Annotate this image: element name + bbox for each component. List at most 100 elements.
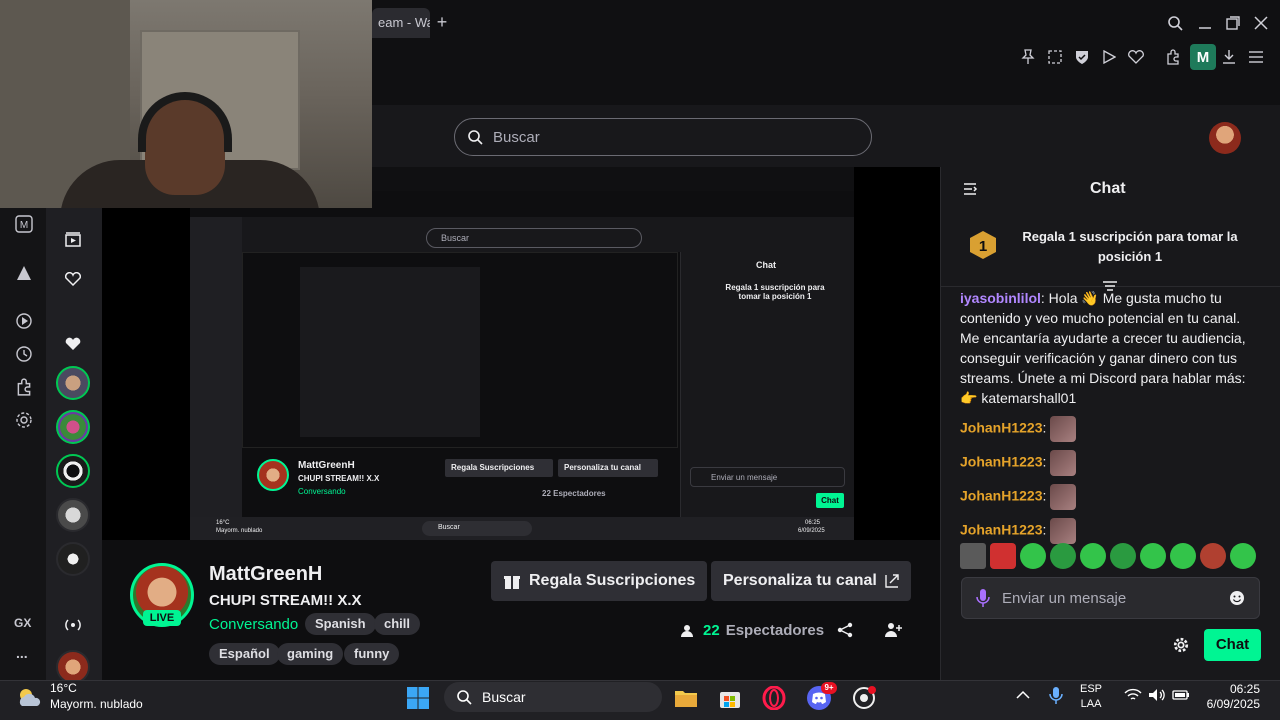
menu-icon[interactable] (1245, 46, 1267, 68)
keyboard-layout: LAA (1080, 698, 1102, 710)
emote-icon[interactable] (960, 543, 986, 569)
emoji-picker-icon[interactable] (1229, 590, 1245, 606)
manage-users-icon[interactable] (885, 622, 903, 638)
emote-icon[interactable] (1170, 543, 1196, 569)
search-icon (467, 129, 483, 145)
heart-filled-icon[interactable] (61, 332, 85, 356)
maximize-icon[interactable] (1222, 12, 1244, 34)
emote-icon[interactable] (1110, 543, 1136, 569)
emote-icon[interactable] (1050, 416, 1077, 442)
channel-avatar[interactable] (56, 498, 90, 532)
stream-video-content: Buscar Chat Regala 1 suscripción para to… (190, 167, 854, 540)
chrome-app-icon[interactable] (850, 684, 878, 712)
leaderboard-badge-icon: 1 (968, 230, 998, 260)
new-tab-button[interactable]: + (432, 12, 452, 32)
emote-icon[interactable] (990, 543, 1016, 569)
chat-input[interactable]: Enviar un mensaje (961, 577, 1260, 619)
heart-icon[interactable] (61, 267, 85, 291)
svg-text:1: 1 (979, 238, 987, 255)
chat-title: Chat (1090, 180, 1126, 197)
snapshot-icon[interactable] (1044, 46, 1066, 68)
gx-label[interactable]: GX (14, 616, 31, 630)
nested-weather-desc: Mayorm. nublado (216, 528, 263, 534)
heart-icon[interactable] (1125, 46, 1147, 68)
chat-send-button[interactable]: Chat (1204, 629, 1261, 661)
channel-avatar[interactable] (56, 650, 90, 684)
chat-username[interactable]: JohanH1223 (960, 522, 1042, 538)
channel-avatar[interactable] (56, 410, 90, 444)
tag-funny[interactable]: funny (344, 643, 400, 665)
emote-icon[interactable] (1140, 543, 1166, 569)
chevron-up-icon[interactable] (1016, 690, 1030, 700)
more-icon[interactable]: ... (16, 645, 28, 661)
opera-gx-icon[interactable] (760, 684, 788, 712)
player-icon[interactable] (12, 309, 36, 333)
play-icon[interactable] (1098, 46, 1120, 68)
emote-icon[interactable] (1050, 543, 1076, 569)
chat-message: JohanH1223: (960, 416, 1260, 442)
channel-avatar[interactable] (56, 366, 90, 400)
chat-message: JohanH1223: (960, 484, 1260, 510)
close-icon[interactable] (1250, 12, 1272, 34)
tag-espanol[interactable]: Español (209, 643, 280, 665)
download-icon[interactable] (1218, 46, 1240, 68)
chat-username[interactable]: JohanH1223 (960, 488, 1042, 504)
chat-username[interactable]: JohanH1223 (960, 420, 1042, 436)
nested-clock-time: 06:25 (805, 520, 821, 526)
battery-icon[interactable] (1172, 688, 1190, 702)
messenger-icon[interactable]: M (12, 212, 36, 236)
channel-avatar[interactable] (56, 454, 90, 488)
microphone-icon[interactable] (1049, 686, 1063, 706)
pin-icon[interactable] (1017, 46, 1039, 68)
microsoft-store-icon[interactable] (716, 684, 744, 712)
emote-icon[interactable] (1050, 450, 1077, 476)
browser-tab[interactable]: eam - Wat (372, 8, 430, 38)
tag-gaming[interactable]: gaming (277, 643, 344, 665)
taskbar-search-input[interactable]: Buscar (444, 682, 662, 712)
emote-icon[interactable] (1200, 543, 1226, 569)
tag-spanish[interactable]: Spanish (305, 613, 376, 635)
history-icon[interactable] (12, 342, 36, 366)
user-avatar[interactable] (1209, 122, 1241, 154)
tag-chill[interactable]: chill (374, 613, 421, 635)
chat-settings-icon[interactable] (1173, 637, 1189, 653)
microphone-icon[interactable] (976, 588, 990, 608)
emote-icon[interactable] (1050, 484, 1077, 510)
system-clock[interactable]: 06:25 6/09/2025 (1200, 682, 1260, 712)
extensions-icon[interactable] (1162, 46, 1184, 68)
search-input[interactable]: Buscar (454, 118, 872, 156)
collapse-chat-icon[interactable] (963, 181, 979, 197)
extensions-icon[interactable] (12, 375, 36, 399)
file-explorer-icon[interactable] (672, 684, 700, 712)
gift-subscriptions-button[interactable]: Regala Suscripciones (491, 561, 708, 601)
input-language[interactable]: ESP LAA (1080, 682, 1102, 712)
chat-username[interactable]: JohanH1223 (960, 454, 1042, 470)
settings-icon[interactable] (12, 408, 36, 432)
wifi-icon[interactable] (1124, 688, 1142, 702)
viewers-number: 22 (703, 622, 720, 639)
profile-m-icon[interactable]: M (1190, 44, 1216, 70)
windows-start-icon[interactable] (404, 684, 432, 712)
chat-username[interactable]: iyasobinlilol (960, 290, 1041, 306)
share-icon[interactable] (837, 622, 853, 638)
emote-icon[interactable] (1230, 543, 1256, 569)
emote-icon[interactable] (1080, 543, 1106, 569)
svg-text:M: M (20, 220, 28, 231)
emote-icon[interactable] (1020, 543, 1046, 569)
following-icon[interactable] (61, 228, 85, 252)
minimize-icon[interactable] (1194, 12, 1216, 34)
nested-search: Buscar (426, 228, 642, 248)
search-icon[interactable] (1164, 12, 1186, 34)
streamer-name[interactable]: MattGreenH (209, 563, 322, 586)
channel-avatar[interactable] (56, 542, 90, 576)
live-broadcast-icon[interactable] (61, 613, 85, 637)
weather-cloud-icon[interactable] (16, 686, 44, 710)
clock-time: 06:25 (1229, 682, 1260, 696)
shield-icon[interactable] (1071, 46, 1093, 68)
volume-icon[interactable] (1148, 688, 1166, 702)
gift-icon (503, 572, 521, 590)
emote-icon[interactable] (1050, 518, 1077, 544)
customize-channel-button[interactable]: Personaliza tu canal (711, 561, 911, 601)
aria-icon[interactable] (12, 261, 36, 285)
stream-category[interactable]: Conversando (209, 616, 298, 633)
